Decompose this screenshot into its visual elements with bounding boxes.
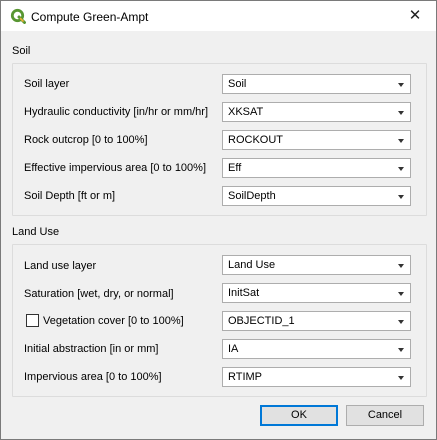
combo-value: SoilDepth	[228, 190, 276, 202]
cancel-button[interactable]: Cancel	[346, 405, 424, 426]
hydraulic-conductivity-combo[interactable]: XKSAT	[222, 102, 411, 122]
combo-value: ROCKOUT	[228, 134, 283, 146]
effective-impervious-combo[interactable]: Eff	[222, 158, 411, 178]
initial-abstraction-label: Initial abstraction [in or mm]	[24, 343, 159, 355]
vegetation-cover-checkbox[interactable]	[26, 314, 39, 327]
chevron-down-icon	[398, 320, 404, 324]
qgis-logo-icon	[10, 8, 26, 24]
combo-value: OBJECTID_1	[228, 315, 295, 327]
saturation-combo[interactable]: InitSat	[222, 283, 411, 303]
land-use-section-title: Land Use	[12, 226, 60, 238]
title-bar[interactable]: Compute Green-Ampt ✕	[1, 1, 436, 31]
chevron-down-icon	[398, 348, 404, 352]
soil-layer-combo[interactable]: Soil	[222, 74, 411, 94]
vegetation-cover-label: Vegetation cover [0 to 100%]	[43, 315, 184, 327]
chevron-down-icon	[398, 83, 404, 87]
initial-abstraction-combo[interactable]: IA	[222, 339, 411, 359]
combo-value: InitSat	[228, 287, 260, 299]
soil-section-title: Soil	[12, 45, 31, 57]
combo-value: Eff	[228, 162, 242, 174]
chevron-down-icon	[398, 195, 404, 199]
chevron-down-icon	[398, 292, 404, 296]
rock-outcrop-label: Rock outcrop [0 to 100%]	[24, 134, 148, 146]
combo-value: Land Use	[228, 259, 276, 271]
soil-layer-label: Soil layer	[24, 78, 70, 90]
window-title: Compute Green-Ampt	[31, 10, 149, 24]
impervious-area-combo[interactable]: RTIMP	[222, 367, 411, 387]
combo-value: IA	[228, 343, 239, 355]
ok-button[interactable]: OK	[260, 405, 338, 426]
chevron-down-icon	[398, 139, 404, 143]
combo-value: XKSAT	[228, 106, 264, 118]
chevron-down-icon	[398, 111, 404, 115]
dialog-window: Compute Green-Ampt ✕ Soil Soil layer Soi…	[0, 0, 437, 440]
chevron-down-icon	[398, 167, 404, 171]
hydraulic-conductivity-label: Hydraulic conductivity [in/hr or mm/hr]	[24, 106, 208, 118]
effective-impervious-label: Effective impervious area [0 to 100%]	[24, 162, 207, 174]
vegetation-cover-combo[interactable]: OBJECTID_1	[222, 311, 411, 331]
combo-value: RTIMP	[228, 371, 263, 383]
impervious-area-label: Impervious area [0 to 100%]	[24, 371, 162, 383]
land-use-layer-label: Land use layer	[24, 260, 97, 272]
land-use-layer-combo[interactable]: Land Use	[222, 255, 411, 275]
soil-depth-label: Soil Depth [ft or m]	[24, 190, 116, 202]
rock-outcrop-combo[interactable]: ROCKOUT	[222, 130, 411, 150]
chevron-down-icon	[398, 376, 404, 380]
combo-value: Soil	[228, 78, 247, 90]
soil-depth-combo[interactable]: SoilDepth	[222, 186, 411, 206]
close-icon[interactable]: ✕	[394, 1, 436, 31]
chevron-down-icon	[398, 264, 404, 268]
saturation-label: Saturation [wet, dry, or normal]	[24, 288, 174, 300]
